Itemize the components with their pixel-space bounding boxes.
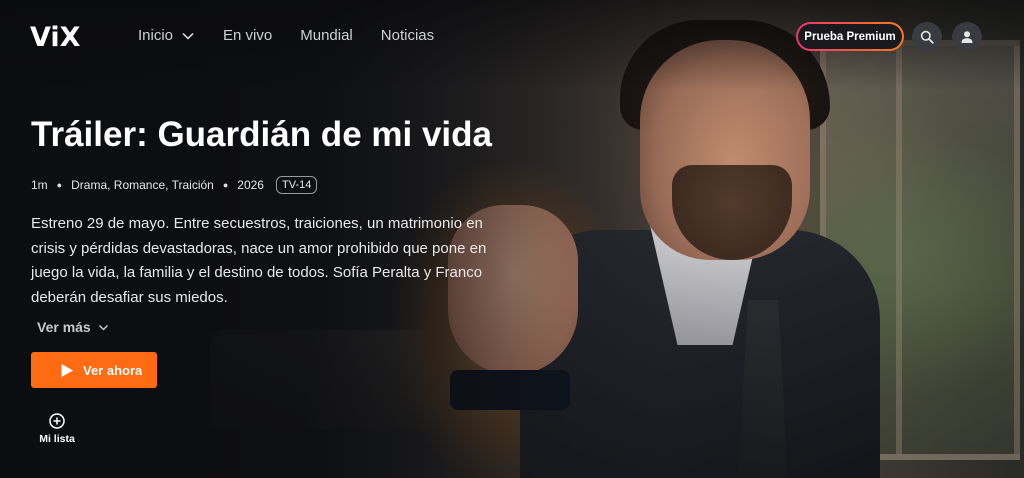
year-text: 2026 [237,178,264,192]
nav-item-en-vivo[interactable]: En vivo [223,27,272,44]
vix-logo[interactable]: ViX [30,22,81,53]
content-metadata: 1m ● Drama, Romance, Traición ● 2026 TV-… [31,176,318,194]
play-icon [61,363,73,377]
duration-text: 1m [31,178,48,192]
profile-button[interactable] [952,22,982,52]
watch-now-label: Ver ahora [83,362,143,378]
search-icon [920,30,934,44]
nav-item-mundial[interactable]: Mundial [300,27,353,44]
search-button[interactable] [912,22,942,52]
add-circle-icon [49,413,65,429]
genres-text: Drama, Romance, Traición [71,178,214,192]
chevron-down-icon [98,324,108,331]
nav-item-label: Noticias [380,27,435,44]
my-list-button[interactable]: Mi lista [37,413,77,445]
separator-dot: ● [222,180,229,190]
nav-item-label: Mundial [300,27,353,44]
chevron-down-icon [182,32,194,40]
main-nav: Inicio En vivo Mundial Noticias [138,27,462,44]
description-text: Estreno 29 de mayo. Entre secuestros, tr… [31,215,487,306]
nav-item-inicio[interactable]: Inicio [138,27,195,44]
nav-item-label: En vivo [223,27,273,44]
nav-item-noticias[interactable]: Noticias [381,27,434,44]
see-more-label: Ver más [37,319,91,335]
separator-dot: ● [56,180,63,190]
premium-trial-button[interactable]: Prueba Premium [796,22,904,51]
nav-item-label: Inicio [138,27,174,44]
top-header: ViX Inicio En vivo Mundial Noticias Prue… [0,0,1024,72]
see-more-button[interactable]: Ver más [37,319,109,335]
rating-badge: TV-14 [275,176,318,194]
my-list-label: Mi lista [39,433,75,445]
watch-now-button[interactable]: Ver ahora [31,352,157,388]
page-title: Tráiler: Guardián de mi vida [31,115,492,154]
user-icon [961,31,973,43]
